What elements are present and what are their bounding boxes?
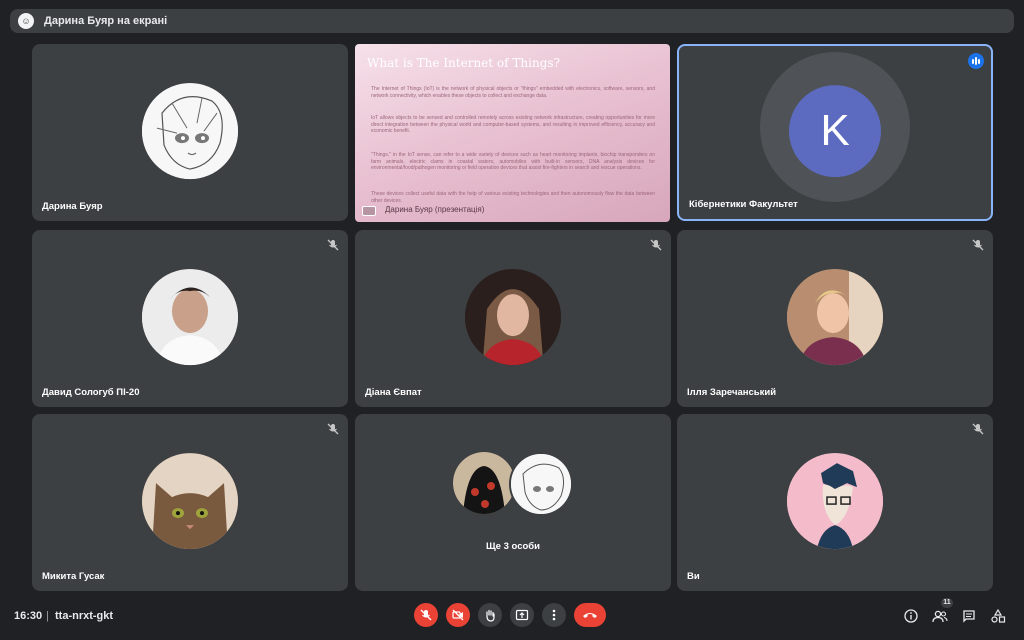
meeting-code: tta-nrxt-gkt: [55, 610, 114, 622]
presenter-avatar-icon: ☺: [18, 13, 34, 29]
cartoon-avatar-icon: [787, 452, 883, 549]
mic-muted-icon: [972, 239, 984, 251]
present-now-button[interactable]: [510, 603, 534, 627]
avatar: K: [789, 84, 881, 177]
others-tile[interactable]: Ще 3 особи: [355, 414, 671, 591]
more-options-icon: [552, 609, 556, 621]
meeting-details-button[interactable]: [902, 607, 920, 625]
avatar: [787, 268, 883, 365]
participants-count-badge: 11: [941, 598, 953, 608]
avatar: [509, 452, 573, 516]
more-participants-label: Ще 3 особи: [486, 541, 540, 552]
camera-off-icon: [452, 609, 464, 621]
avatar: [465, 268, 561, 365]
cat-photo-icon: [142, 452, 238, 549]
chat-button[interactable]: [960, 607, 978, 625]
avatar: [142, 268, 238, 365]
avatar-initial: K: [820, 105, 850, 155]
participant-name: Кібернетики Факультет: [689, 199, 798, 210]
mic-muted-icon: [650, 239, 662, 251]
raise-hand-button[interactable]: [478, 603, 502, 627]
presentation-label: Дарина Буяр (презентація): [385, 205, 485, 214]
mic-off-icon: [420, 609, 432, 621]
bottom-bar: 16:30 | tta-nrxt-gkt 11: [0, 598, 1024, 640]
slide-title: What is The Internet of Things?: [367, 56, 560, 70]
participant-name: Діана Євпат: [365, 387, 422, 398]
present-icon: [515, 609, 529, 621]
speaking-indicator-icon: [968, 53, 984, 69]
activities-button[interactable]: [989, 607, 1007, 625]
user-photo-icon: [453, 452, 515, 514]
mic-muted-icon: [327, 239, 339, 251]
avatar: [142, 82, 238, 179]
participant-tile-daryna[interactable]: Дарина Буяр: [32, 44, 348, 221]
participant-name: Микита Гусак: [42, 571, 105, 582]
participant-tile-diana[interactable]: Діана Євпат: [355, 230, 671, 407]
avatar: [453, 452, 515, 514]
participant-tile-illia[interactable]: Ілля Заречанський: [677, 230, 993, 407]
present-screen-icon: [362, 206, 376, 216]
end-call-button[interactable]: [574, 603, 606, 627]
participants-button[interactable]: [931, 607, 949, 625]
mic-muted-icon: [972, 423, 984, 435]
slide-paragraph: These devices collect useful data with t…: [371, 191, 655, 204]
anime-drawing-icon: [142, 82, 238, 179]
participant-name: Ілля Заречанський: [687, 387, 777, 398]
slide-paragraph: IoT allows objects to be sensed and cont…: [371, 115, 655, 134]
participant-tile-mykyta[interactable]: Микита Гусак: [32, 414, 348, 591]
presenting-banner-text: Дарина Буяр на екрані: [44, 15, 168, 27]
more-options-button[interactable]: [542, 603, 566, 627]
chat-icon: [963, 610, 975, 623]
presenting-banner: ☺ Дарина Буяр на екрані: [10, 9, 1014, 33]
user-photo-icon: [465, 268, 561, 365]
separator: |: [46, 610, 49, 622]
activities-icon: [991, 609, 1006, 623]
camera-toggle-button[interactable]: [446, 603, 470, 627]
participant-name: Дарина Буяр: [42, 201, 103, 212]
participant-tile-kibernetyky[interactable]: K Кібернетики Факультет: [677, 44, 993, 221]
mic-toggle-button[interactable]: [414, 603, 438, 627]
avatar: [787, 452, 883, 549]
meeting-time: 16:30: [14, 610, 43, 622]
participant-tile-you[interactable]: Ви: [677, 414, 993, 591]
raise-hand-icon: [486, 609, 495, 622]
user-photo-icon: [142, 268, 238, 365]
participant-name: Ви: [687, 571, 700, 582]
info-icon: [904, 609, 918, 623]
end-call-icon: [583, 613, 597, 618]
slide-paragraph: "Things," in the IoT sense, can refer to…: [371, 152, 655, 171]
mic-muted-icon: [327, 423, 339, 435]
people-icon: [932, 610, 948, 623]
participant-tile-davyd[interactable]: Давид Сологуб ПІ-20: [32, 230, 348, 407]
slide-paragraph: The Internet of Things (IoT) is the netw…: [371, 86, 655, 99]
anime-drawing-icon: [511, 454, 571, 514]
avatar: [142, 452, 238, 549]
presentation-tile[interactable]: What is The Internet of Things? The Inte…: [355, 44, 670, 222]
user-photo-icon: [787, 268, 883, 365]
participant-name: Давид Сологуб ПІ-20: [42, 387, 140, 398]
